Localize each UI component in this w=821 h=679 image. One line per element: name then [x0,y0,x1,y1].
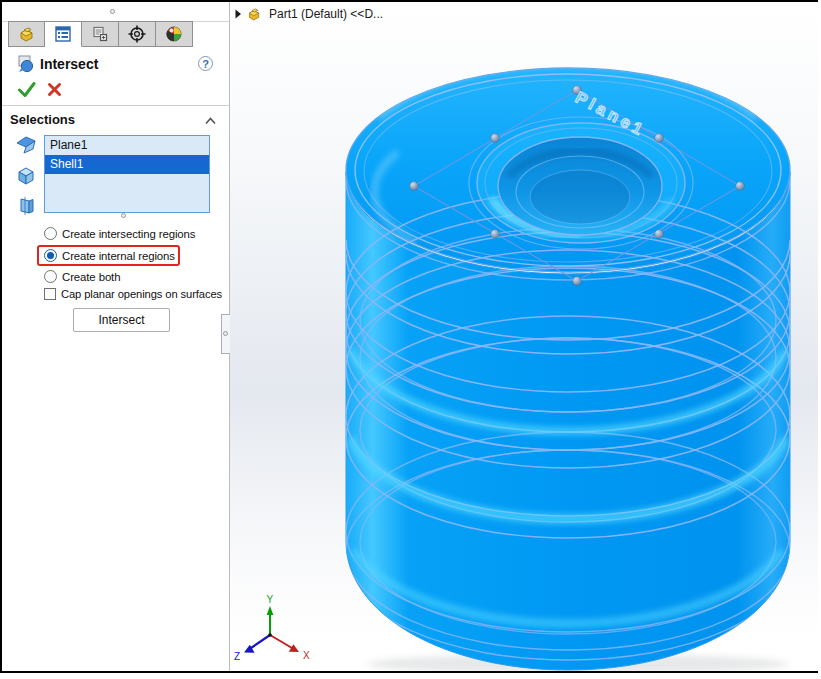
intersect-feature-icon [15,54,37,78]
triad-x-label: X [303,650,310,661]
splitter-collapse-handle[interactable] [221,314,230,354]
ok-button[interactable] [17,81,36,98]
radio-circle[interactable] [44,227,57,240]
radio-create-intersecting-regions[interactable]: Create intersecting regions [44,227,195,240]
dimxpertmanager-icon [127,24,147,44]
manager-tab-strip [8,21,193,47]
plane-icon [16,136,36,154]
checkbox-cap-planar-openings[interactable]: Cap planar openings on surfaces [44,288,222,300]
selections-group-label: Selections [10,112,75,127]
property-manager-panel: Intersect ? Selections [2,2,229,671]
intersect-button[interactable]: Intersect [73,308,170,332]
triad-y-label: Y [267,594,274,605]
tab-configurationmanager[interactable] [82,21,119,47]
displaymanager-icon [165,25,183,43]
list-item[interactable]: Plane1 [45,136,209,155]
selections-listbox[interactable]: Plane1 Shell1 [44,135,210,213]
tab-featuremanager[interactable] [8,21,45,47]
triad-z-label: Z [234,651,240,662]
panel-grip[interactable] [2,2,229,22]
listbox-resize-grip[interactable] [121,213,126,218]
red-highlight-box [37,245,180,266]
divider [2,105,229,106]
graphics-viewport[interactable]: Part1 (Default) <<D... [230,2,818,671]
solidworks-window: Intersect ? Selections [0,0,818,673]
panel-title: Intersect [40,56,98,72]
radio-create-both[interactable]: Create both [44,270,120,283]
configurationmanager-icon [91,25,109,43]
tab-propertymanager[interactable] [45,21,82,47]
grip-dot [223,331,228,336]
collapse-chevron-icon[interactable] [204,116,217,126]
surface-body-icon [16,196,36,216]
list-item-selected[interactable]: Shell1 [45,155,209,174]
radio-circle[interactable] [44,270,57,283]
tab-dimxpertmanager[interactable] [119,21,156,47]
grip-dot [110,9,115,14]
featuremanager-icon [17,25,37,43]
help-icon[interactable]: ? [198,56,213,71]
tab-displaymanager[interactable] [156,21,193,47]
orientation-triad: Y X Z [234,594,310,662]
solid-body-icon [15,165,37,187]
checkbox-square[interactable] [44,288,56,300]
propertymanager-icon [54,25,72,43]
cancel-button[interactable] [47,82,62,97]
model-3d-view[interactable]: Plane1 Y X Z [230,2,818,671]
